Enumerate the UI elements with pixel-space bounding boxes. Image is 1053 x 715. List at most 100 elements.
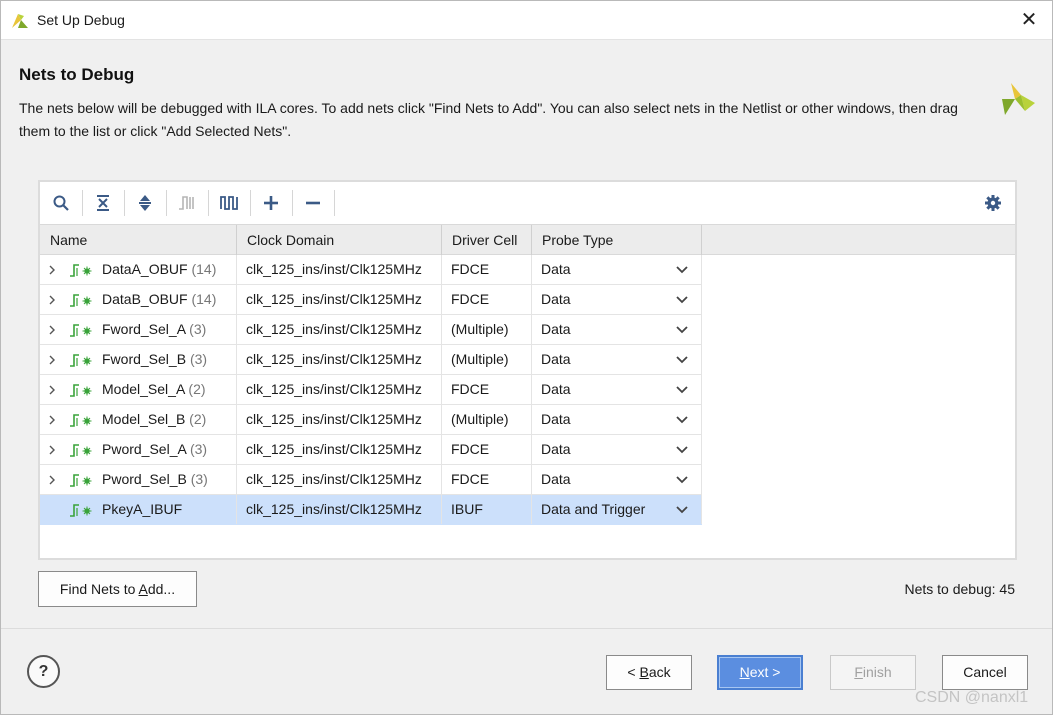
chevron-down-icon[interactable]	[675, 293, 689, 307]
net-probe-icon	[70, 264, 92, 277]
nets-to-debug-count: Nets to debug: 45	[904, 581, 1015, 597]
net-name-text: Pword_Sel_B	[102, 471, 187, 487]
cell-driver-cell: (Multiple)	[442, 315, 532, 344]
table-row[interactable]: PkeyA_IBUF clk_125_ins/inst/Clk125MHz IBUF…	[40, 495, 702, 525]
probe-type-value: Data	[541, 471, 571, 487]
table-row[interactable]: DataB_OBUF (14) clk_125_ins/inst/Clk125MH…	[40, 285, 702, 315]
cell-clock-domain: clk_125_ins/inst/Clk125MHz	[237, 465, 442, 494]
cell-name: Pword_Sel_A (3)	[40, 435, 237, 464]
net-name-text: PkeyA_IBUF	[102, 501, 183, 517]
chevron-right-icon[interactable]	[47, 474, 57, 486]
probe-type-dropdown[interactable]: Data	[532, 255, 702, 284]
probe-type-dropdown[interactable]: Data	[532, 435, 702, 464]
toolbar-separator	[250, 190, 251, 216]
table-row[interactable]: Model_Sel_A (2) clk_125_ins/inst/Clk125MH…	[40, 375, 702, 405]
table-row[interactable]: Pword_Sel_A (3) clk_125_ins/inst/Clk125MH…	[40, 435, 702, 465]
back-button[interactable]: < Back	[606, 655, 692, 690]
table-row[interactable]: Model_Sel_B (2) clk_125_ins/inst/Clk125MH…	[40, 405, 702, 435]
help-button[interactable]: ?	[27, 655, 60, 688]
column-header-name[interactable]: Name	[40, 225, 237, 255]
cell-driver-cell: (Multiple)	[442, 345, 532, 374]
chevron-right-icon[interactable]	[47, 324, 57, 336]
net-probe-icon	[70, 504, 92, 517]
probe-type-dropdown[interactable]: Data	[532, 315, 702, 344]
chevron-down-icon[interactable]	[675, 413, 689, 427]
cell-name: Pword_Sel_B (3)	[40, 465, 237, 494]
vivado-logo-icon	[1002, 83, 1035, 115]
probe-type-dropdown[interactable]: Data	[532, 375, 702, 404]
back-label-end: ack	[648, 664, 671, 680]
probe-type-dropdown[interactable]: Data	[532, 405, 702, 434]
toolbar-separator	[292, 190, 293, 216]
gear-icon[interactable]	[980, 190, 1006, 216]
chevron-right-icon[interactable]	[47, 354, 57, 366]
toolbar-separator	[208, 190, 209, 216]
net-name: Pword_Sel_A (3)	[102, 435, 207, 464]
watermark: CSDN @nanxl1	[915, 689, 1029, 706]
net-probe-icon	[70, 354, 92, 367]
add-icon[interactable]	[258, 190, 284, 216]
cell-name: Model_Sel_B (2)	[40, 405, 237, 434]
probe-type-dropdown[interactable]: Data and Trigger	[532, 495, 702, 524]
close-icon[interactable]: ✕	[1014, 7, 1044, 33]
chevron-down-icon[interactable]	[675, 383, 689, 397]
chevron-down-icon[interactable]	[675, 473, 689, 487]
remove-icon[interactable]	[300, 190, 326, 216]
cell-driver-cell: FDCE	[442, 255, 532, 284]
footer-divider	[1, 628, 1052, 629]
cell-name: Fword_Sel_A (3)	[40, 315, 237, 344]
chevron-right-icon[interactable]	[47, 444, 57, 456]
collapse-all-icon[interactable]	[90, 190, 116, 216]
probe-type-dropdown[interactable]: Data	[532, 345, 702, 374]
find-nets-mnemonic: A	[138, 581, 148, 597]
column-header-clock-domain[interactable]: Clock Domain	[237, 225, 442, 255]
table-row[interactable]: Fword_Sel_B (3) clk_125_ins/inst/Clk125MH…	[40, 345, 702, 375]
chevron-down-icon[interactable]	[675, 353, 689, 367]
chevron-right-icon[interactable]	[47, 414, 57, 426]
net-probe-icon	[70, 324, 92, 337]
search-icon[interactable]	[48, 190, 74, 216]
clock-waveform-icon[interactable]	[216, 190, 242, 216]
table-header: Name Clock Domain Driver Cell Probe Type	[40, 224, 1015, 255]
chevron-right-icon[interactable]	[47, 264, 57, 276]
trigger-probe-icon[interactable]	[174, 190, 200, 216]
chevron-right-icon[interactable]	[47, 384, 57, 396]
header: Nets to Debug The nets below will be deb…	[1, 41, 1052, 149]
net-bit-count: (14)	[191, 291, 217, 307]
next-button[interactable]: Next >	[717, 655, 803, 690]
table-row[interactable]: Pword_Sel_B (3) clk_125_ins/inst/Clk125MH…	[40, 465, 702, 495]
back-mnemonic: B	[639, 664, 649, 680]
table-row[interactable]: Fword_Sel_A (3) clk_125_ins/inst/Clk125MH…	[40, 315, 702, 345]
probe-type-dropdown[interactable]: Data	[532, 285, 702, 314]
cell-name: DataA_OBUF (14)	[40, 255, 237, 284]
window-title: Set Up Debug	[37, 12, 125, 28]
cell-clock-domain: clk_125_ins/inst/Clk125MHz	[237, 315, 442, 344]
chevron-right-icon[interactable]	[47, 294, 57, 306]
net-bit-count: (2)	[189, 411, 207, 427]
table-row[interactable]: DataA_OBUF (14) clk_125_ins/inst/Clk125MH…	[40, 255, 702, 285]
net-bit-count: (2)	[188, 381, 206, 397]
net-name: PkeyA_IBUF	[102, 495, 182, 524]
find-nets-button[interactable]: Find Nets to Add...	[38, 571, 197, 607]
finish-button[interactable]: Finish	[830, 655, 916, 690]
chevron-down-icon[interactable]	[675, 503, 689, 517]
net-probe-icon	[70, 474, 92, 487]
column-header-probe-type[interactable]: Probe Type	[532, 225, 702, 255]
net-name-text: Pword_Sel_A	[102, 441, 187, 457]
cell-driver-cell: FDCE	[442, 285, 532, 314]
probe-type-value: Data and Trigger	[541, 501, 646, 517]
find-nets-label-end: dd...	[147, 581, 176, 597]
column-header-driver-cell[interactable]: Driver Cell	[442, 225, 532, 255]
probe-type-dropdown[interactable]: Data	[532, 465, 702, 494]
chevron-down-icon[interactable]	[675, 263, 689, 277]
chevron-down-icon[interactable]	[675, 443, 689, 457]
expand-all-icon[interactable]	[132, 190, 158, 216]
toolbar-separator	[166, 190, 167, 216]
cell-name: DataB_OBUF (14)	[40, 285, 237, 314]
toolbar-separator	[82, 190, 83, 216]
toolbar-separator	[334, 190, 335, 216]
cell-clock-domain: clk_125_ins/inst/Clk125MHz	[237, 255, 442, 284]
chevron-down-icon[interactable]	[675, 323, 689, 337]
cell-driver-cell: FDCE	[442, 435, 532, 464]
cancel-button[interactable]: Cancel	[942, 655, 1028, 690]
